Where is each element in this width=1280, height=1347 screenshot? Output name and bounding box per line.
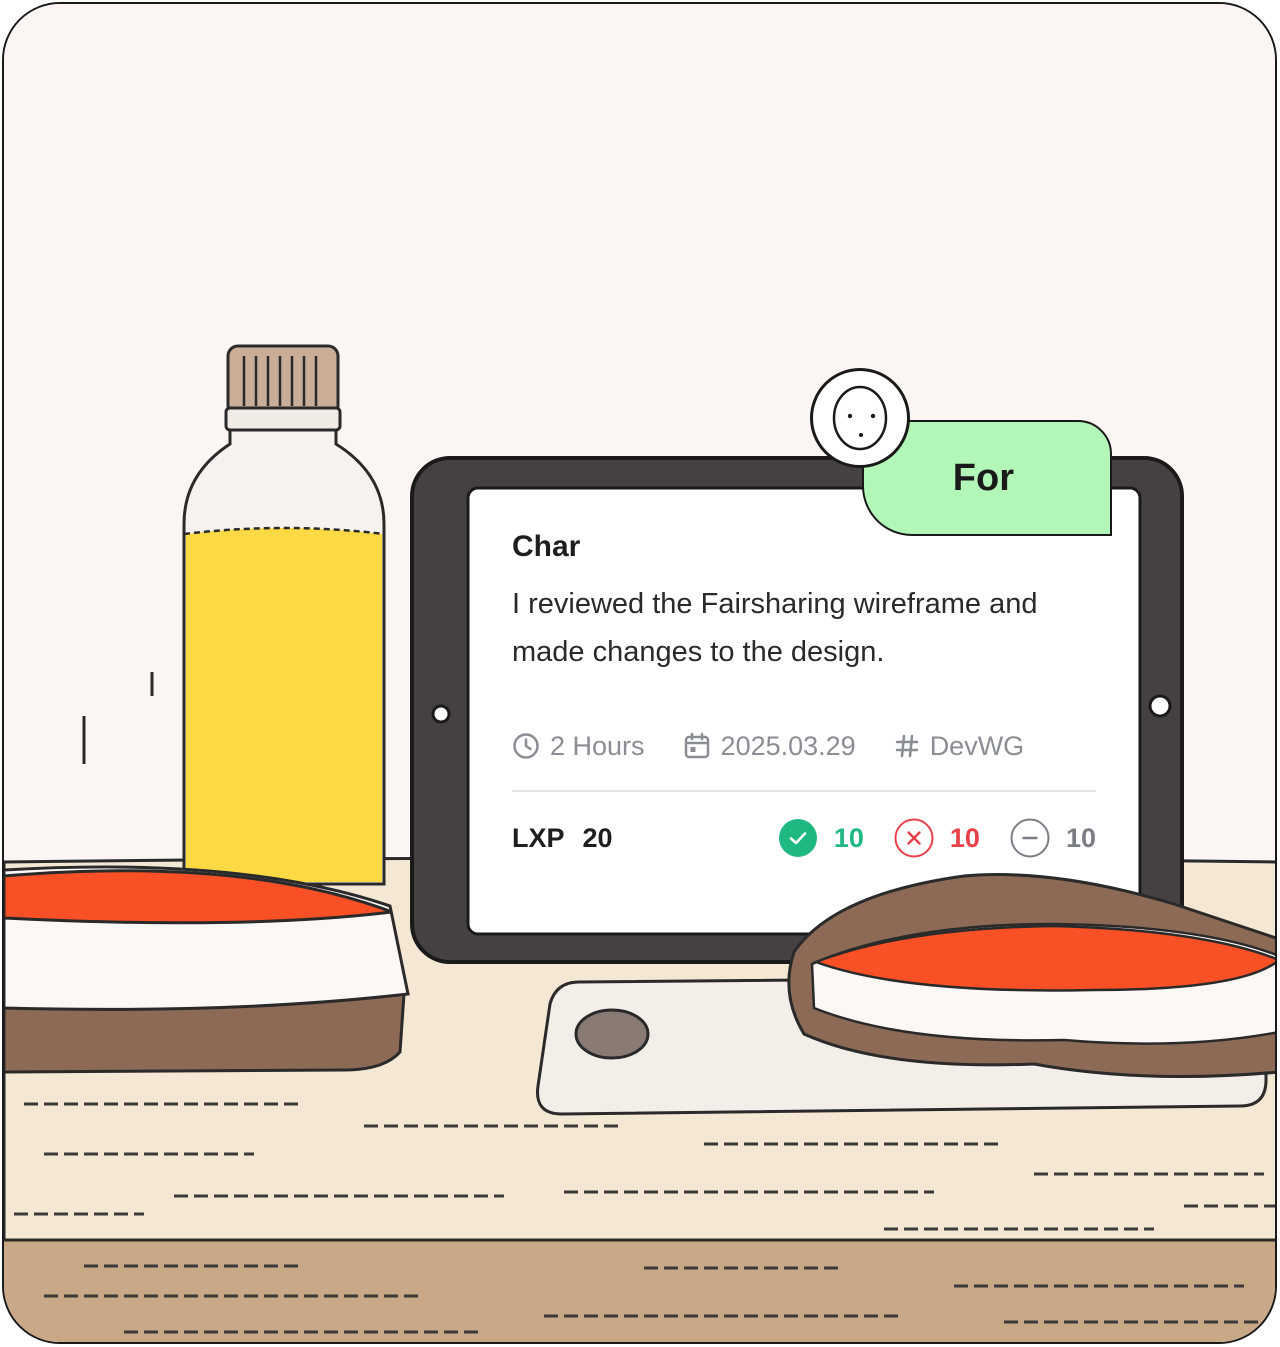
post-meta: 2 Hours 2025.03.29 DevWG [512, 728, 1062, 764]
meta-date: 2025.03.29 [683, 731, 856, 762]
post-card[interactable]: Char I reviewed the Fairsharing wirefram… [470, 490, 1138, 930]
vote-against-count: 10 [949, 822, 980, 853]
x-circle-icon [894, 818, 934, 858]
vote-abstain-count: 10 [1065, 822, 1096, 853]
vote-abstain-button[interactable]: 10 [1010, 818, 1096, 858]
meta-date-text: 2025.03.29 [720, 730, 856, 761]
meta-tag-text: DevWG [929, 730, 1025, 761]
hash-icon [895, 734, 918, 758]
card-divider [512, 790, 1096, 792]
clock-icon [513, 733, 539, 759]
meta-duration-text: 2 Hours [550, 730, 645, 761]
post-author-name: Char [512, 530, 581, 563]
calendar-icon [684, 732, 709, 759]
minus-circle-icon [1010, 818, 1050, 858]
face-icon [832, 385, 888, 451]
card-footer: LXP 20 10 10 10 [512, 818, 1096, 858]
author-avatar[interactable] [810, 368, 910, 468]
check-circle-icon [778, 819, 817, 857]
illustration-frame: Char I reviewed the Fairsharing wirefram… [2, 2, 1277, 1344]
lxp-label: LXP [512, 822, 565, 853]
meta-duration: 2 Hours [512, 731, 645, 762]
vote-against-button[interactable]: 10 [894, 818, 980, 858]
meta-tag[interactable]: DevWG [894, 730, 1025, 762]
vote-for-count: 10 [833, 822, 864, 853]
post-message: I reviewed the Fairsharing wireframe and… [512, 588, 1038, 668]
lxp-value: 20 [582, 822, 613, 853]
vote-for-button[interactable]: 10 [778, 818, 864, 858]
vote-summary: 10 10 10 [748, 818, 1096, 858]
